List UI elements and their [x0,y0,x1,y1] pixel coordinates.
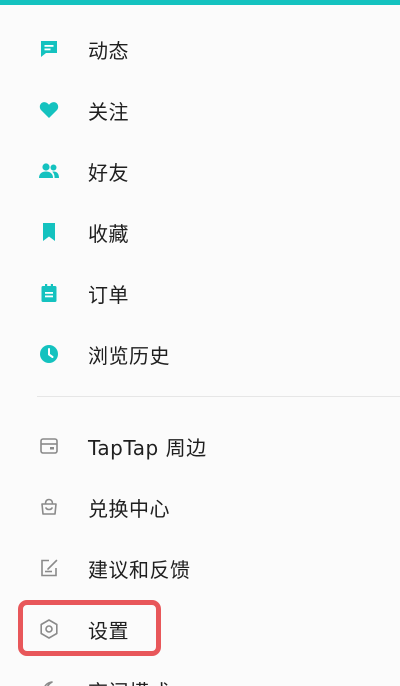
menu-item-label: 订单 [88,282,129,307]
menu-divider [37,396,400,397]
menu-item-label: TapTap 周边 [88,435,207,460]
history-icon [37,342,61,366]
settings-highlight-box [18,600,161,656]
menu-item-night-mode[interactable]: 夜间模式 [0,662,400,686]
menu-item-friends[interactable]: 好友 [0,143,400,199]
menu-item-redeem-center[interactable]: 兑换中心 [0,479,400,535]
menu-item-orders[interactable]: 订单 [0,265,400,321]
menu-item-feedback[interactable]: 建议和反馈 [0,540,400,596]
menu-item-follow[interactable]: 关注 [0,82,400,138]
shop-icon [37,434,61,458]
redeem-icon [37,495,61,519]
heart-icon [37,98,61,122]
feedback-icon [37,556,61,580]
feed-icon [37,37,61,61]
top-accent-bar [0,0,400,5]
side-menu-panel: 动态 关注 好友 收藏 订单 浏览历史 TapTap 周边 兑换中心 建议和反馈… [0,0,400,686]
menu-item-label: 浏览历史 [88,343,170,368]
order-icon [37,281,61,305]
bookmark-icon [37,220,61,244]
night-mode-icon [37,678,61,686]
menu-item-taptap-merch[interactable]: TapTap 周边 [0,418,400,474]
menu-item-feed[interactable]: 动态 [0,21,400,77]
menu-item-label: 动态 [88,38,129,63]
menu-item-label: 兑换中心 [88,496,170,521]
menu-item-favorites[interactable]: 收藏 [0,204,400,260]
menu-item-history[interactable]: 浏览历史 [0,326,400,382]
menu-item-label: 好友 [88,160,129,185]
menu-item-label: 收藏 [88,221,129,246]
friends-icon [37,159,61,183]
menu-item-label: 关注 [88,99,129,124]
menu-item-label: 建议和反馈 [88,557,191,582]
menu-item-label: 夜间模式 [88,676,170,686]
